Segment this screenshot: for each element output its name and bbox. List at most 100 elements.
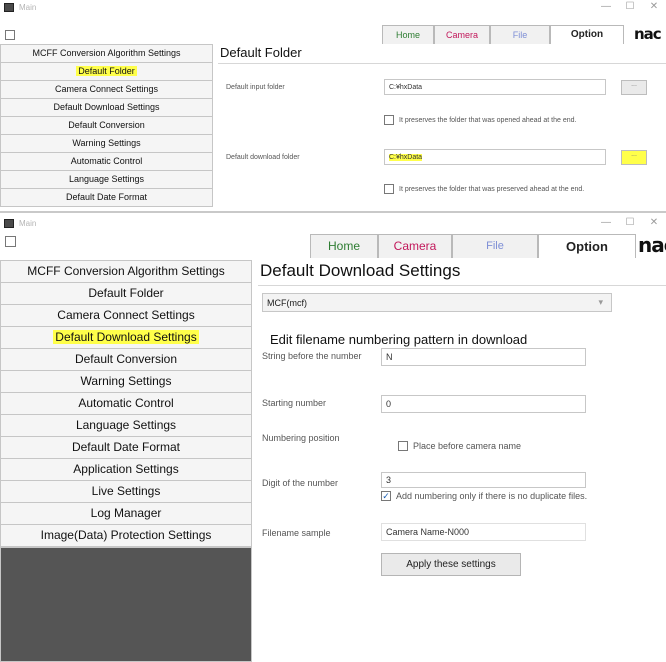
input-folder-field[interactable]: C:¥hxData <box>384 79 606 95</box>
maximize-button[interactable]: ☐ <box>618 216 642 230</box>
nav-tabs: Home Camera File Option <box>382 25 624 44</box>
sidebar-item[interactable]: Warning Settings <box>0 370 252 393</box>
place-before-checkbox-row[interactable]: Place before camera name <box>398 441 521 451</box>
sidebar-item-label: Language Settings <box>75 418 177 432</box>
sidebar-item[interactable]: MCFF Conversion Algorithm Settings <box>0 260 252 283</box>
sidebar-item-label: Application Settings <box>73 462 179 476</box>
brand-logo: nac <box>634 25 662 43</box>
minimize-button[interactable]: — <box>594 216 618 230</box>
tab-home[interactable]: Home <box>310 234 378 258</box>
tab-camera[interactable]: Camera <box>378 234 452 258</box>
sidebar-item[interactable]: Image(Data) Protection Settings <box>0 524 252 547</box>
sidebar-item-label: Default Folder <box>88 286 164 300</box>
sidebar-item-label: Default Folder <box>76 66 137 76</box>
sidebar-item[interactable]: Camera Connect Settings <box>0 80 213 99</box>
sidebar-item[interactable]: Default Download Settings <box>0 98 213 117</box>
sidebar-item[interactable]: Default Date Format <box>0 436 252 459</box>
checkbox[interactable] <box>384 184 394 194</box>
tab-camera[interactable]: Camera <box>434 25 490 44</box>
tab-file[interactable]: File <box>490 25 550 44</box>
checkbox[interactable] <box>384 115 394 125</box>
download-preserve-checkbox-row[interactable]: It preserves the folder that was preserv… <box>384 184 584 194</box>
close-button[interactable]: ✕ <box>642 0 666 14</box>
title-bar: Main — ☐ ✕ <box>0 0 666 14</box>
content-panel: Default Download Settings <box>258 261 666 286</box>
input-folder-label: Default input folder <box>226 84 285 91</box>
digit-field[interactable]: 3 <box>381 472 586 488</box>
sidebar-item[interactable]: Application Settings <box>0 458 252 481</box>
input-preserve-checkbox-row[interactable]: It preserves the folder that was opened … <box>384 115 576 125</box>
tab-option[interactable]: Option <box>538 234 636 258</box>
sidebar-item-label: Language Settings <box>68 174 145 184</box>
sidebar-item-label: Warning Settings <box>80 374 172 388</box>
maximize-button[interactable]: ☐ <box>618 0 642 14</box>
sidebar-item[interactable]: Default Download Settings <box>0 326 252 349</box>
window-title: Main <box>19 2 37 12</box>
sidebar-item[interactable]: Live Settings <box>0 480 252 503</box>
page-title: Default Folder <box>218 45 666 64</box>
sidebar-item-label: MCFF Conversion Algorithm Settings <box>32 48 181 58</box>
sidebar-item-label: Log Manager <box>90 506 162 520</box>
sidebar-item[interactable]: Camera Connect Settings <box>0 304 252 327</box>
sidebar-item[interactable]: Warning Settings <box>0 134 213 153</box>
title-bar: Main — ☐ ✕ <box>0 216 666 230</box>
nav-tabs: Home Camera File Option <box>310 234 636 258</box>
string-before-field[interactable]: N <box>381 348 586 366</box>
starting-number-field[interactable]: 0 <box>381 395 586 413</box>
default-download-settings-window: Main — ☐ ✕ Home Camera File Option nac M… <box>0 214 666 662</box>
sidebar-item-label: MCFF Conversion Algorithm Settings <box>27 264 225 278</box>
sidebar-item[interactable]: Automatic Control <box>0 392 252 415</box>
sidebar-item[interactable]: MCFF Conversion Algorithm Settings <box>0 44 213 63</box>
sidebar-item-label: Live Settings <box>91 484 161 498</box>
string-before-label: String before the number <box>262 351 362 361</box>
filename-sample-label: Filename sample <box>262 528 331 538</box>
no-duplicate-checkbox-row[interactable]: ✓ Add numbering only if there is no dupl… <box>381 491 587 501</box>
sidebar-item-label: Default Conversion <box>74 352 178 366</box>
filename-sample-field: Camera Name-N000 <box>381 523 586 541</box>
tab-option[interactable]: Option <box>550 25 624 44</box>
checkbox[interactable] <box>398 441 408 451</box>
chevron-down-icon: ▾ <box>598 297 603 307</box>
settings-sidebar: MCFF Conversion Algorithm Settings Defaul… <box>0 44 213 207</box>
sidebar-item-label: Camera Connect Settings <box>54 84 159 94</box>
sidebar-item[interactable]: Default Folder <box>0 282 252 305</box>
sidebar-item[interactable]: Automatic Control <box>0 152 213 171</box>
app-icon <box>4 2 14 12</box>
digit-label: Digit of the number <box>262 478 339 488</box>
panel-toggle-icon[interactable] <box>5 236 16 247</box>
sidebar-item-label: Warning Settings <box>72 138 141 148</box>
window-title: Main <box>19 218 37 228</box>
sidebar-item-label: Default Conversion <box>68 120 145 130</box>
minimize-button[interactable]: — <box>594 0 618 14</box>
tab-file[interactable]: File <box>452 234 538 258</box>
content-panel: Default Folder <box>218 45 666 64</box>
checkbox-checked[interactable]: ✓ <box>381 491 391 501</box>
numbering-section-title: Edit filename numbering pattern in downl… <box>270 332 528 347</box>
input-folder-browse-button[interactable]: ... <box>621 80 647 95</box>
app-icon <box>4 218 14 228</box>
sidebar-item[interactable]: Language Settings <box>0 414 252 437</box>
sidebar-item[interactable]: Default Conversion <box>0 348 252 371</box>
sidebar-item[interactable]: Default Date Format <box>0 188 213 207</box>
tab-home[interactable]: Home <box>382 25 434 44</box>
sidebar-item-label: Automatic Control <box>70 156 143 166</box>
format-select[interactable]: MCF(mcf) ▾ <box>262 293 612 312</box>
numbering-position-label: Numbering position <box>262 433 340 443</box>
sidebar-item[interactable]: Language Settings <box>0 170 213 189</box>
sidebar-item-label: Default Download Settings <box>53 330 199 344</box>
panel-toggle-icon[interactable] <box>5 30 15 40</box>
sidebar-item[interactable]: Log Manager <box>0 502 252 525</box>
close-button[interactable]: ✕ <box>642 216 666 230</box>
starting-number-label: Starting number <box>262 398 327 408</box>
sidebar-item-label: Image(Data) Protection Settings <box>40 528 212 542</box>
apply-settings-button[interactable]: Apply these settings <box>381 553 521 576</box>
sidebar-item[interactable]: Default Conversion <box>0 116 213 135</box>
download-folder-browse-button[interactable]: ... <box>621 150 647 165</box>
download-folder-field[interactable]: C:¥hxData <box>384 149 606 165</box>
settings-sidebar: MCFF Conversion Algorithm Settings Defaul… <box>0 260 252 662</box>
sidebar-item-label: Default Download Settings <box>53 102 160 112</box>
default-folder-window: Main — ☐ ✕ Home Camera File Option nac M… <box>0 0 666 213</box>
sidebar-item[interactable]: Default Folder <box>0 62 213 81</box>
sidebar-item-label: Automatic Control <box>78 396 174 410</box>
download-folder-label: Default download folder <box>226 154 300 161</box>
